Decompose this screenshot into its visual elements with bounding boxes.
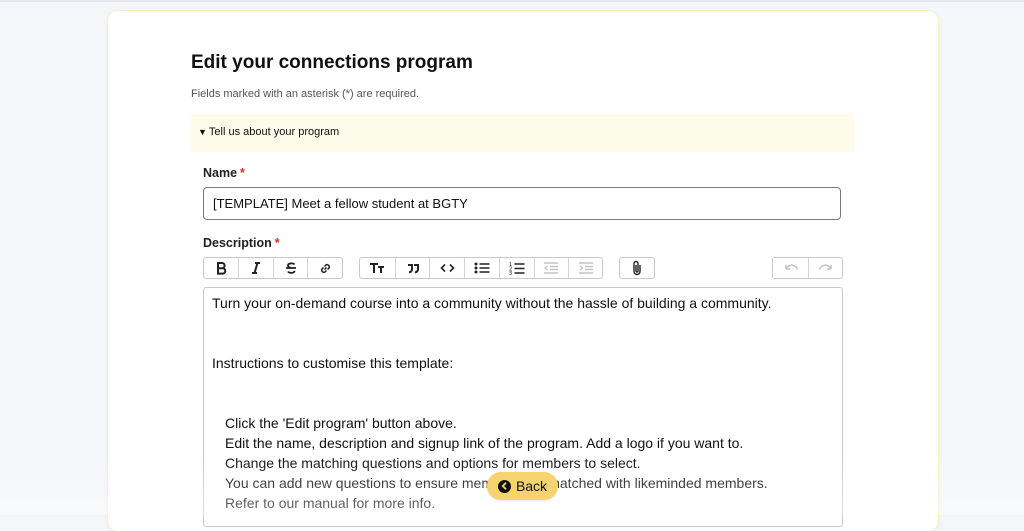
redo-icon	[818, 262, 834, 274]
quote-icon	[406, 261, 420, 275]
block-format-group: 123	[359, 257, 603, 279]
link-button[interactable]	[307, 258, 342, 278]
required-asterisk: *	[240, 166, 245, 180]
decrease-indent-button[interactable]	[533, 258, 569, 278]
attachment-group	[619, 257, 655, 279]
indent-icon	[578, 261, 594, 275]
page-title: Edit your connections program	[191, 52, 473, 73]
section-toggle[interactable]: ▼ Tell us about your program	[198, 126, 339, 138]
undo-button[interactable]	[773, 258, 808, 278]
strikethrough-icon	[284, 261, 298, 275]
back-button[interactable]: Back	[487, 472, 558, 500]
attach-file-button[interactable]	[620, 258, 654, 278]
editor-paragraph: Turn your on-demand course into a commun…	[212, 295, 772, 311]
quote-button[interactable]	[394, 258, 430, 278]
editor-paragraph: Instructions to customise this template:	[212, 355, 454, 371]
strikethrough-button[interactable]	[272, 258, 308, 278]
bold-icon	[214, 261, 228, 275]
required-asterisk: *	[274, 236, 280, 250]
redo-button[interactable]	[808, 258, 842, 278]
italic-button[interactable]	[238, 258, 273, 278]
chevron-left-circle-icon	[497, 479, 511, 493]
back-button-label: Back	[515, 478, 548, 494]
code-button[interactable]	[429, 258, 464, 278]
outdent-icon	[543, 261, 559, 275]
bold-button[interactable]	[204, 258, 238, 278]
history-group	[772, 257, 843, 279]
link-icon	[318, 261, 333, 276]
svg-text:3: 3	[509, 271, 512, 275]
numbered-list-button[interactable]: 123	[498, 258, 534, 278]
program-details-section: ▼ Tell us about your program	[191, 114, 854, 152]
heading-icon	[369, 261, 385, 275]
undo-icon	[783, 262, 799, 274]
italic-icon	[249, 261, 263, 275]
editor-list-item: Click the 'Edit program' button above.	[225, 415, 457, 431]
name-input[interactable]	[203, 187, 841, 220]
name-label: Name *	[203, 166, 245, 180]
required-fields-note: Fields marked with an asterisk (*) are r…	[191, 88, 420, 100]
editor-list-item: Edit the name, description and signup li…	[225, 435, 744, 451]
bullet-list-icon	[474, 261, 490, 275]
editor-list-item: Change the matching questions and option…	[225, 455, 641, 471]
increase-indent-button[interactable]	[568, 258, 602, 278]
code-icon	[440, 261, 455, 275]
numbered-list-icon: 123	[509, 261, 525, 275]
top-divider	[0, 0, 1024, 2]
section-title: Tell us about your program	[208, 126, 340, 138]
text-format-group	[203, 257, 343, 279]
description-label: Description *	[203, 236, 280, 250]
paperclip-icon	[631, 260, 643, 276]
heading-button[interactable]	[360, 258, 395, 278]
bullet-list-button[interactable]	[464, 258, 499, 278]
editor-list-item: Refer to our manual for more info.	[225, 495, 436, 511]
caret-down-icon: ▼	[198, 127, 207, 137]
